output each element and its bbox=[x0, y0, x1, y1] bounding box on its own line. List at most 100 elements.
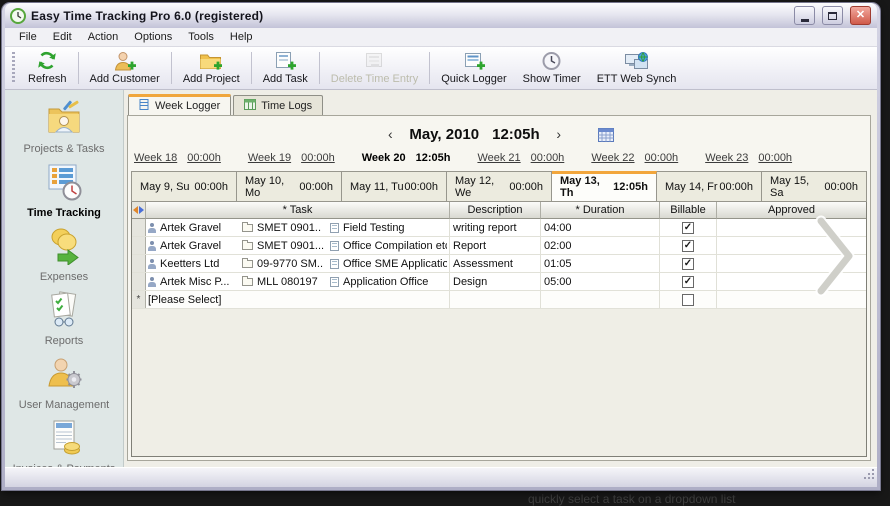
menu-action[interactable]: Action bbox=[80, 29, 127, 45]
table-row[interactable]: Artek Misc P... MLL 080197 Application O… bbox=[132, 273, 866, 291]
next-month-arrow[interactable]: › bbox=[553, 126, 565, 142]
minimize-button[interactable] bbox=[794, 6, 815, 25]
grid-corner-cell bbox=[132, 202, 146, 219]
day-tab-may-13[interactable]: May 13, Th 12:05h bbox=[552, 171, 657, 202]
menu-options[interactable]: Options bbox=[126, 29, 180, 45]
duration-cell: 01:05 bbox=[541, 255, 660, 272]
tab-week-logger[interactable]: Week Logger bbox=[128, 94, 232, 115]
row-indicator bbox=[132, 219, 146, 236]
projects-tasks-icon bbox=[41, 99, 87, 142]
customer-icon bbox=[148, 276, 156, 287]
add-task-button[interactable]: Add Task bbox=[255, 48, 316, 89]
toolbar-separator bbox=[250, 52, 252, 84]
prev-month-arrow[interactable]: ‹ bbox=[384, 126, 396, 142]
week-link-19[interactable]: Week 19 00:00h bbox=[248, 152, 335, 164]
menu-file[interactable]: File bbox=[11, 29, 45, 45]
show-timer-icon bbox=[541, 50, 562, 71]
add-task-icon bbox=[273, 50, 297, 71]
sidebar-item-projects-tasks[interactable]: Projects & Tasks bbox=[23, 99, 105, 155]
duration-cell: 04:00 bbox=[541, 219, 660, 236]
menu-tools[interactable]: Tools bbox=[180, 29, 222, 45]
close-icon: ✕ bbox=[855, 9, 866, 21]
menu-help[interactable]: Help bbox=[222, 29, 261, 45]
row-indicator bbox=[132, 255, 146, 272]
sidebar-item-expenses[interactable]: Expenses bbox=[40, 227, 88, 283]
column-header-billable[interactable]: Billable bbox=[660, 202, 717, 219]
sidebar-item-user-management[interactable]: User Management bbox=[19, 355, 109, 411]
day-tab-may-14[interactable]: May 14, Fr 00:00h bbox=[657, 171, 762, 202]
show-timer-button[interactable]: Show Timer bbox=[515, 48, 589, 89]
column-header-duration[interactable]: * Duration bbox=[541, 202, 660, 219]
day-tab-may-11[interactable]: May 11, Tu 00:00h bbox=[342, 171, 447, 202]
month-navigation: ‹ May, 2010 12:05h › bbox=[131, 119, 867, 149]
description-cell[interactable] bbox=[450, 291, 541, 308]
tab-time-logs[interactable]: Time Logs bbox=[233, 95, 324, 116]
billable-checkbox[interactable]: ✓ bbox=[682, 239, 694, 252]
column-header-task[interactable]: * Task bbox=[146, 202, 450, 219]
billable-checkbox[interactable]: ✓ bbox=[682, 275, 694, 288]
background-page-text: quickly select a task on a dropdown list bbox=[528, 492, 736, 506]
task-icon bbox=[330, 222, 339, 233]
billable-checkbox[interactable]: ✓ bbox=[682, 221, 694, 234]
week-link-23[interactable]: Week 23 00:00h bbox=[705, 152, 792, 164]
table-row[interactable]: Artek Gravel SMET 0901... Office Compila… bbox=[132, 237, 866, 255]
menu-edit[interactable]: Edit bbox=[45, 29, 80, 45]
resize-grip-icon[interactable] bbox=[863, 467, 875, 485]
day-tab-may-9[interactable]: May 9, Su 00:00h bbox=[131, 171, 237, 202]
week-link-22[interactable]: Week 22 00:00h bbox=[591, 152, 678, 164]
day-tab-may-12[interactable]: May 12, We 00:00h bbox=[447, 171, 552, 202]
duration-cell[interactable] bbox=[541, 291, 660, 308]
refresh-icon bbox=[36, 50, 58, 71]
app-clock-icon bbox=[10, 7, 26, 24]
billable-checkbox[interactable]: ✓ bbox=[682, 257, 694, 270]
week-logger-panel: ‹ May, 2010 12:05h › Week 18 00:00h Week … bbox=[127, 115, 871, 461]
new-entry-row[interactable]: * [Please Select] bbox=[132, 291, 866, 309]
week-link-21[interactable]: Week 21 00:00h bbox=[477, 152, 564, 164]
sidebar-item-reports[interactable]: Reports bbox=[41, 291, 87, 347]
toolbar-grip[interactable] bbox=[12, 52, 15, 84]
sidebar-item-time-tracking[interactable]: Time Tracking bbox=[27, 163, 101, 219]
add-customer-icon bbox=[113, 50, 137, 71]
day-tab-may-10[interactable]: May 10, Mo 00:00h bbox=[237, 171, 342, 202]
description-cell: writing report bbox=[450, 219, 541, 236]
status-bar bbox=[5, 467, 877, 487]
table-row[interactable]: Keetters Ltd 09-9770 SM.. Office SME App… bbox=[132, 255, 866, 273]
quick-logger-button[interactable]: Quick Logger bbox=[433, 48, 514, 89]
week-logger-icon bbox=[139, 99, 150, 113]
time-logs-icon bbox=[244, 99, 257, 113]
window-title: Easy Time Tracking Pro 6.0 (registered) bbox=[31, 8, 264, 23]
billable-checkbox[interactable] bbox=[682, 293, 694, 306]
week-link-20[interactable]: Week 20 12:05h bbox=[362, 152, 451, 164]
minimize-icon bbox=[800, 18, 809, 22]
close-button[interactable]: ✕ bbox=[850, 6, 871, 25]
duration-cell: 02:00 bbox=[541, 237, 660, 254]
row-indicator bbox=[132, 273, 146, 290]
row-indicator bbox=[132, 237, 146, 254]
customer-icon bbox=[148, 222, 156, 233]
table-row[interactable]: Artek Gravel SMET 0901.. Field Testing w… bbox=[132, 219, 866, 237]
grid-header-row: * Task Description * Duration Billable A… bbox=[132, 202, 866, 219]
delete-time-entry-button[interactable]: Delete Time Entry bbox=[323, 48, 426, 89]
calendar-icon[interactable] bbox=[597, 127, 614, 142]
app-window: Easy Time Tracking Pro 6.0 (registered) … bbox=[2, 3, 880, 490]
ett-web-synch-icon bbox=[624, 50, 650, 71]
task-icon bbox=[330, 258, 339, 269]
add-customer-button[interactable]: Add Customer bbox=[82, 48, 168, 89]
task-icon bbox=[330, 240, 339, 251]
add-project-button[interactable]: Add Project bbox=[175, 48, 248, 89]
column-header-description[interactable]: Description bbox=[450, 202, 541, 219]
day-tab-may-15[interactable]: May 15, Sa 00:00h bbox=[762, 171, 867, 202]
sidebar: Projects & Tasks Time Tracking Expenses bbox=[5, 90, 124, 475]
task-select-cell[interactable]: [Please Select] bbox=[146, 291, 450, 308]
week-link-18[interactable]: Week 18 00:00h bbox=[134, 152, 221, 164]
refresh-button[interactable]: Refresh bbox=[20, 48, 75, 89]
project-icon bbox=[242, 222, 253, 232]
toolbar: Refresh Add Customer Add Project Add Tas… bbox=[5, 47, 877, 90]
reports-icon bbox=[41, 291, 87, 334]
time-tracking-icon bbox=[41, 163, 87, 206]
ett-web-synch-button[interactable]: ETT Web Synch bbox=[589, 48, 685, 89]
toolbar-separator bbox=[77, 52, 79, 84]
next-day-chevron[interactable] bbox=[813, 213, 859, 299]
maximize-icon bbox=[828, 11, 837, 20]
maximize-button[interactable] bbox=[822, 6, 843, 25]
